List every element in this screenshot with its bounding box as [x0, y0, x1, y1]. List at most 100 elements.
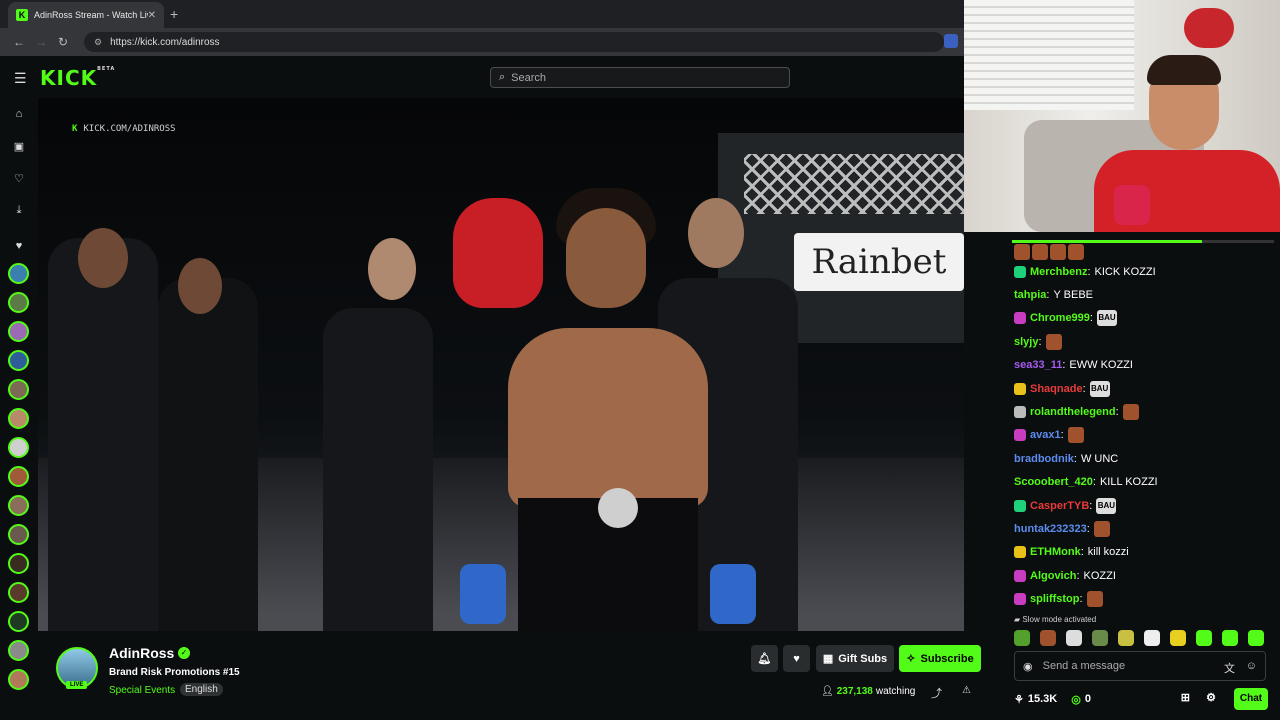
- followed-channel-avatar[interactable]: [8, 495, 29, 516]
- emoji-icon[interactable]: ☺: [1246, 660, 1257, 672]
- menu-icon[interactable]: ☰: [14, 70, 27, 87]
- chat-settings-icon[interactable]: ◉: [1023, 660, 1033, 673]
- kick-favicon-icon: K: [16, 9, 28, 21]
- chat-message-input[interactable]: ◉ Send a message 文 ☺: [1014, 651, 1266, 681]
- download-icon[interactable]: ⤓: [11, 204, 27, 217]
- url-input[interactable]: ⚙ https://kick.com/adinross: [84, 32, 944, 52]
- search-input[interactable]: ⌕ Search: [490, 67, 790, 88]
- followed-channel-avatar[interactable]: [8, 466, 29, 487]
- extension-icon[interactable]: [944, 34, 958, 48]
- chat-username[interactable]: Algovich: [1030, 570, 1076, 582]
- forward-icon[interactable]: →: [30, 35, 52, 49]
- followed-channel-avatar[interactable]: [8, 263, 29, 284]
- new-tab-icon[interactable]: +: [170, 6, 178, 22]
- chat-username[interactable]: spliffstop: [1030, 593, 1080, 605]
- chat-input-placeholder: Send a message: [1042, 660, 1126, 672]
- emote-button[interactable]: [1222, 630, 1238, 646]
- chat-username[interactable]: Shaqnade: [1030, 383, 1083, 395]
- followed-channel-avatar[interactable]: [8, 582, 29, 603]
- chat-username[interactable]: ETHMonk: [1030, 546, 1081, 558]
- theater-icon[interactable]: ⊞: [1181, 691, 1190, 704]
- followed-channel-avatar[interactable]: [8, 553, 29, 574]
- followed-channel-avatar[interactable]: [8, 640, 29, 661]
- chat-message: sea33_11: EWW KOZZI: [1014, 354, 1276, 377]
- chat-emote: [1045, 333, 1062, 350]
- chat-separator: :: [1086, 522, 1090, 535]
- followed-channels-icon: ♥: [15, 240, 23, 252]
- followed-channel-avatar[interactable]: [8, 611, 29, 632]
- chat-username[interactable]: sea33_11: [1014, 359, 1062, 371]
- emote-row: [1014, 244, 1084, 260]
- share-icon[interactable]: ⤴: [931, 685, 942, 701]
- chat-message: Algovich: KOZZI: [1014, 564, 1276, 587]
- chat-username[interactable]: bradbodnik: [1014, 453, 1074, 465]
- chat-emote: BAU: [1096, 310, 1117, 327]
- user-badge-icon: [1014, 382, 1026, 395]
- followed-channel-avatar[interactable]: [8, 669, 29, 690]
- notification-bell-button[interactable]: 🔔︎: [751, 645, 778, 672]
- user-badge-icon: [1014, 406, 1026, 419]
- home-icon[interactable]: ⌂: [11, 108, 27, 120]
- language-tag[interactable]: English: [180, 683, 223, 696]
- chat-username[interactable]: avax1: [1030, 429, 1061, 441]
- gift-subs-button[interactable]: ▦ Gift Subs: [816, 645, 894, 672]
- emote-button[interactable]: [1144, 630, 1160, 646]
- chat-emote: [1122, 404, 1139, 421]
- send-chat-button[interactable]: Chat: [1234, 688, 1268, 710]
- emote-button[interactable]: [1040, 630, 1056, 646]
- followed-channel-avatar[interactable]: [8, 292, 29, 313]
- browse-icon[interactable]: ▣: [11, 140, 27, 153]
- kick-logo[interactable]: KICKBETA: [40, 66, 115, 90]
- chat-username[interactable]: Merchbenz: [1030, 266, 1087, 278]
- emote-button[interactable]: [1092, 630, 1108, 646]
- chat-separator: :: [1062, 359, 1066, 372]
- report-icon[interactable]: ⚠: [962, 685, 971, 696]
- chat-emote: BAU: [1096, 497, 1117, 514]
- emote-button[interactable]: [1248, 630, 1264, 646]
- chat-username[interactable]: huntak232323: [1014, 523, 1087, 535]
- chat-separator: :: [1089, 499, 1093, 512]
- category-link[interactable]: Special Events: [109, 685, 175, 696]
- chat-separator: :: [1089, 312, 1093, 325]
- followed-channel-avatar[interactable]: [8, 408, 29, 429]
- user-badge-icon: [1014, 593, 1026, 606]
- chat-text: EWW KOZZI: [1069, 359, 1133, 372]
- emote-button[interactable]: [1066, 630, 1082, 646]
- bell-icon: 🔔︎: [757, 653, 772, 665]
- channel-name[interactable]: AdinRoss: [109, 645, 174, 661]
- reload-icon[interactable]: ↻: [52, 35, 74, 49]
- gear-icon[interactable]: ⚙: [1206, 691, 1216, 704]
- subscribe-button[interactable]: ✧ Subscribe: [899, 645, 981, 672]
- followed-channel-avatar[interactable]: [8, 379, 29, 400]
- following-icon[interactable]: ♡: [11, 172, 27, 185]
- site-info-icon[interactable]: ⚙: [94, 37, 102, 48]
- emote-button[interactable]: [1014, 630, 1030, 646]
- video-player[interactable]: Rainbet K KICK.COM/ADINROSS: [38, 98, 964, 631]
- back-icon[interactable]: ←: [8, 35, 30, 49]
- chat-username[interactable]: slyjy: [1014, 336, 1038, 348]
- followed-channel-avatar[interactable]: [8, 437, 29, 458]
- chat-username[interactable]: Chrome999: [1030, 312, 1090, 324]
- webcam-overlay: [964, 0, 1280, 232]
- followed-channel-avatar[interactable]: [8, 350, 29, 371]
- chat-message: slyjy:: [1014, 330, 1276, 353]
- chat-username[interactable]: rolandthelegend: [1030, 406, 1116, 418]
- emote-button[interactable]: [1196, 630, 1212, 646]
- search-icon: ⌕: [499, 71, 506, 83]
- translate-icon[interactable]: 文: [1224, 660, 1235, 676]
- chat-messages: Merchbenz: KICK KOZZI tahpia: Y BEBE Chrome9…: [1014, 260, 1276, 611]
- stream-title: Brand Risk Promotions #15: [109, 667, 240, 678]
- chat-username[interactable]: tahpia: [1014, 289, 1046, 301]
- chat-message: ETHMonk: kill kozzi: [1014, 541, 1276, 564]
- user-badge-icon: [1014, 569, 1026, 582]
- follow-heart-button[interactable]: ♥: [783, 645, 810, 672]
- emote-button[interactable]: [1118, 630, 1134, 646]
- close-tab-icon[interactable]: ✕: [148, 10, 156, 21]
- chat-username[interactable]: CasperTYB: [1030, 500, 1089, 512]
- emote-button[interactable]: [1170, 630, 1186, 646]
- followed-channel-avatar[interactable]: [8, 321, 29, 342]
- chat-username[interactable]: Scooobert_420: [1014, 476, 1093, 488]
- browser-tab[interactable]: K AdinRoss Stream - Watch Live c ✕: [8, 2, 164, 28]
- user-badge-icon: [1014, 265, 1026, 278]
- followed-channel-avatar[interactable]: [8, 524, 29, 545]
